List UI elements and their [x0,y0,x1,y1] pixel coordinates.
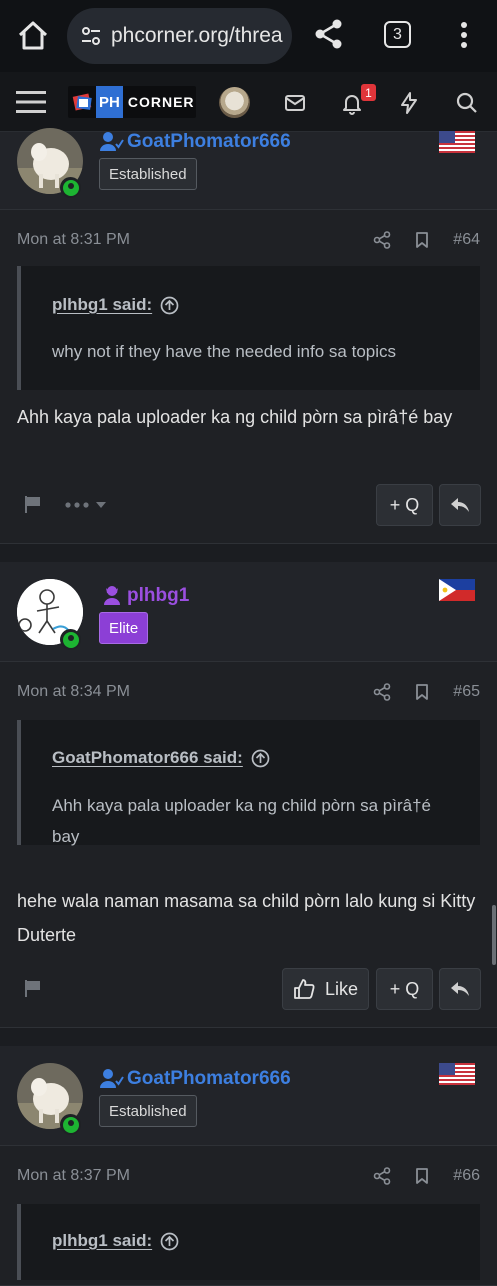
notification-badge: 1 [361,84,376,101]
username[interactable]: GoatPhomator666 [127,1068,291,1090]
rank-badge: Established [99,1095,197,1127]
bookmark-icon[interactable] [413,231,431,249]
quote-author-text: plhbg1 said: [52,295,153,314]
home-icon[interactable] [16,18,50,52]
post-actions: + Q [17,484,481,526]
post-time[interactable]: Mon at 8:31 PM [17,231,373,249]
share-icon[interactable] [373,1167,391,1185]
quote-button[interactable]: + Q [376,968,433,1010]
more-dots-icon [65,502,106,508]
mail-icon[interactable] [283,91,307,115]
jump-arrow-icon[interactable] [160,1232,179,1251]
jump-arrow-icon[interactable] [251,749,270,768]
us-flag-icon [439,131,475,153]
site-settings-icon[interactable] [79,24,103,48]
bookmark-icon[interactable] [413,1167,431,1185]
rank-badge: Established [99,158,197,190]
share-icon[interactable] [373,231,391,249]
report-flag-icon[interactable] [23,978,43,998]
post-number[interactable]: #66 [453,1167,480,1185]
quote-author[interactable]: plhbg1 said: [52,295,179,315]
reply-icon [451,982,469,996]
quote-author-text: GoatPhomator666 said: [52,748,243,767]
online-status-icon [60,629,81,650]
search-icon[interactable] [455,91,479,115]
quote-block: GoatPhomator666 said: Ahh kaya pala uplo… [17,720,480,846]
post-message: hehe wala naman masama sa child pòrn lal… [17,891,476,945]
more-options-button[interactable] [64,495,114,515]
scrollbar-thumb[interactable] [492,905,496,965]
username[interactable]: plhbg1 [127,585,189,607]
online-status-icon [60,177,81,198]
quote-block: plhbg1 said: why not if they have the ne… [17,266,480,390]
quote-text: why not if they have the needed info sa … [52,342,397,361]
tab-switcher-button[interactable]: 3 [384,21,411,48]
reply-button[interactable] [439,484,481,526]
quote-text: Ahh kaya pala uploader ka ng child pòrn … [52,796,431,846]
quote-author-text: plhbg1 said: [52,1231,153,1250]
like-label: Like [324,978,359,999]
user-verified-icon [100,132,124,151]
username[interactable]: GoatPhomator666 [127,131,291,153]
logo-corner-text: CORNER [127,94,195,110]
us-flag-icon [439,1063,475,1085]
bolt-icon[interactable] [397,91,421,115]
tab-count: 3 [393,25,402,43]
reply-icon [451,498,469,512]
like-button[interactable]: Like [282,968,369,1010]
post-meta: Mon at 8:31 PM #64 [17,226,480,254]
hamburger-menu-icon[interactable] [16,89,46,115]
logo-mark-icon [72,93,92,111]
quote-author[interactable]: GoatPhomator666 said: [52,748,270,768]
browser-toolbar: phcorner.org/threa 3 [0,0,497,72]
post-number[interactable]: #65 [453,683,480,701]
thumbs-up-icon [294,979,315,999]
site-logo[interactable]: PH CORNER [68,86,196,118]
quote-author[interactable]: plhbg1 said: [52,1231,179,1251]
user-verified-icon [100,1069,124,1088]
bookmark-icon[interactable] [413,683,431,701]
site-header: PH CORNER [0,72,497,132]
address-bar[interactable]: phcorner.org/threa [67,8,292,64]
jump-arrow-icon[interactable] [160,296,179,315]
reply-button[interactable] [439,968,481,1010]
user-elite-icon [104,586,120,605]
url-text: phcorner.org/threa [111,24,283,47]
quote-button[interactable]: + Q [376,484,433,526]
online-status-icon [60,1114,81,1135]
share-icon[interactable] [373,683,391,701]
post-message: Ahh kaya pala uploader ka ng child pòrn … [17,407,453,427]
post-meta: Mon at 8:34 PM #65 [17,678,480,706]
rank-badge: Elite [99,612,149,644]
post-meta: Mon at 8:37 PM #66 [17,1162,480,1190]
logo-ph-text: PH [96,86,123,118]
post-time[interactable]: Mon at 8:34 PM [17,683,373,701]
more-vert-icon[interactable] [452,18,476,52]
account-avatar[interactable] [219,87,250,118]
post-time[interactable]: Mon at 8:37 PM [17,1167,373,1185]
post-actions: Like + Q [17,968,481,1010]
report-flag-icon[interactable] [23,494,43,514]
share-icon[interactable] [313,18,345,50]
ph-flag-icon [439,579,475,601]
quote-block: plhbg1 said: [17,1204,480,1280]
post-number[interactable]: #64 [453,231,480,249]
